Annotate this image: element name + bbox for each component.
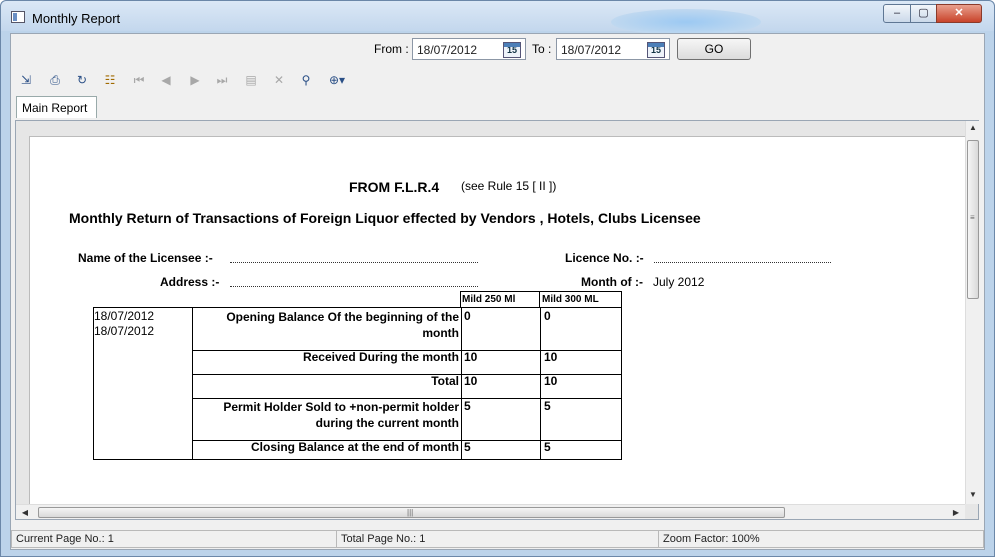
row-label-closing: Closing Balance at the end of month xyxy=(250,440,459,454)
report-viewer: FROM F.L.R.4 (see Rule 15 [ II ]) Monthl… xyxy=(15,120,979,520)
address-label: Address :- xyxy=(160,275,220,289)
go-button[interactable]: GO xyxy=(677,38,751,60)
scroll-down-icon[interactable]: ▼ xyxy=(966,488,980,502)
row-value: 10 xyxy=(544,374,558,388)
refresh-icon[interactable]: ↻ xyxy=(73,72,91,88)
report-page: FROM F.L.R.4 (see Rule 15 [ II ]) Monthl… xyxy=(29,136,966,504)
grip-icon: ||| xyxy=(407,508,414,517)
licensee-label: Name of the Licensee :- xyxy=(78,251,213,265)
zoom-icon[interactable]: ⊕▾ xyxy=(324,72,350,88)
row-value: 5 xyxy=(464,399,471,413)
title-bar[interactable]: Monthly Report – ▢ ✕ xyxy=(1,1,994,35)
total-page-status: Total Page No.: 1 xyxy=(336,530,659,548)
row-value: 10 xyxy=(464,350,478,364)
col-divider xyxy=(192,308,193,459)
maximize-button[interactable]: ▢ xyxy=(910,4,937,23)
to-date-value: 18/07/2012 xyxy=(561,43,622,57)
licensee-blank-line xyxy=(230,262,478,263)
app-icon xyxy=(11,11,25,23)
transactions-table: 18/07/2012 18/07/2012 Opening Balance Of… xyxy=(93,307,622,460)
scroll-right-icon[interactable]: ▶ xyxy=(949,505,963,520)
vertical-scrollbar[interactable]: ▲ ≡ ▼ xyxy=(965,121,979,504)
row-value: 0 xyxy=(464,309,471,323)
licence-blank-line xyxy=(654,262,831,263)
row-label-permit-sold: Permit Holder Sold to +non-permit holder… xyxy=(223,400,459,430)
client-area: From : 18/07/2012 15 To : 18/07/2012 15 … xyxy=(10,33,985,550)
window-title: Monthly Report xyxy=(32,11,121,26)
previous-page-icon[interactable]: ◀ xyxy=(157,72,175,88)
group-tree-icon[interactable]: ☷ xyxy=(101,72,119,88)
close-button[interactable]: ✕ xyxy=(936,4,982,23)
last-page-icon[interactable]: ⏭ xyxy=(213,72,231,88)
horizontal-scroll-thumb[interactable]: ||| xyxy=(38,507,785,518)
tab-main-report[interactable]: Main Report xyxy=(16,96,97,118)
row-value: 10 xyxy=(464,374,478,388)
vertical-scroll-thumb[interactable]: ≡ xyxy=(967,140,979,299)
to-date-picker[interactable]: 18/07/2012 15 xyxy=(556,38,670,60)
export-icon[interactable]: ⇲ xyxy=(17,72,35,88)
col-divider xyxy=(540,308,541,459)
col-divider xyxy=(461,308,462,459)
column-header-box: Mild 250 Ml Mild 300 ML xyxy=(460,291,622,308)
report-window: Monthly Report – ▢ ✕ From : 18/07/2012 1… xyxy=(0,0,995,557)
licence-label: Licence No. :- xyxy=(565,251,644,265)
address-blank-line xyxy=(230,286,478,287)
row-value: 5 xyxy=(544,440,551,454)
current-page-status: Current Page No.: 1 xyxy=(11,530,337,548)
form-title: FROM F.L.R.4 xyxy=(349,179,440,195)
row-value: 5 xyxy=(544,399,551,413)
row-label-received: Received During the month xyxy=(302,350,459,364)
row-label-total: Total xyxy=(431,374,459,388)
grip-icon: ≡ xyxy=(970,213,975,222)
report-heading: Monthly Return of Transactions of Foreig… xyxy=(69,210,701,226)
title-glow xyxy=(611,9,761,35)
date-cell: 18/07/2012 xyxy=(94,324,155,338)
row-value: 0 xyxy=(544,309,551,323)
to-label: To : xyxy=(532,42,552,56)
from-date-value: 18/07/2012 xyxy=(417,43,478,57)
header-divider xyxy=(539,292,540,308)
scroll-up-icon[interactable]: ▲ xyxy=(966,121,980,135)
find-icon[interactable]: ⚲ xyxy=(297,72,315,88)
scroll-left-icon[interactable]: ◀ xyxy=(18,505,32,520)
status-bar: Current Page No.: 1 Total Page No.: 1 Zo… xyxy=(11,528,984,549)
horizontal-scrollbar[interactable]: ◀ ||| ▶ xyxy=(16,504,965,519)
goto-page-icon[interactable]: ▤ xyxy=(242,72,260,88)
calendar-icon[interactable]: 15 xyxy=(647,42,665,58)
row-label-opening: Opening Balance Of the beginning of the … xyxy=(226,310,459,340)
next-page-icon[interactable]: ▶ xyxy=(186,72,204,88)
first-page-icon[interactable]: ⏮ xyxy=(130,72,148,88)
date-cell: 18/07/2012 xyxy=(94,309,155,323)
col-header-mild-300: Mild 300 ML xyxy=(542,294,599,305)
from-date-picker[interactable]: 18/07/2012 15 xyxy=(412,38,526,60)
form-rule: (see Rule 15 [ II ]) xyxy=(461,179,557,193)
month-label: Month of :- xyxy=(581,275,643,289)
close-view-icon[interactable]: ✕ xyxy=(270,72,288,88)
calendar-icon[interactable]: 15 xyxy=(503,42,521,58)
report-toolbar: ⇲ ⎙ ↻ ☷ ⏮ ◀ ▶ ⏭ ▤ ✕ ⚲ ⊕▾ xyxy=(11,66,984,94)
print-icon[interactable]: ⎙ xyxy=(46,72,64,88)
row-value: 10 xyxy=(544,350,558,364)
row-value: 5 xyxy=(464,440,471,454)
col-header-mild-250: Mild 250 Ml xyxy=(462,294,516,305)
month-value: July 2012 xyxy=(653,275,705,289)
minimize-button[interactable]: – xyxy=(883,4,911,23)
from-label: From : xyxy=(374,42,409,56)
zoom-status: Zoom Factor: 100% xyxy=(658,530,984,548)
date-filter-bar: From : 18/07/2012 15 To : 18/07/2012 15 … xyxy=(11,34,984,64)
